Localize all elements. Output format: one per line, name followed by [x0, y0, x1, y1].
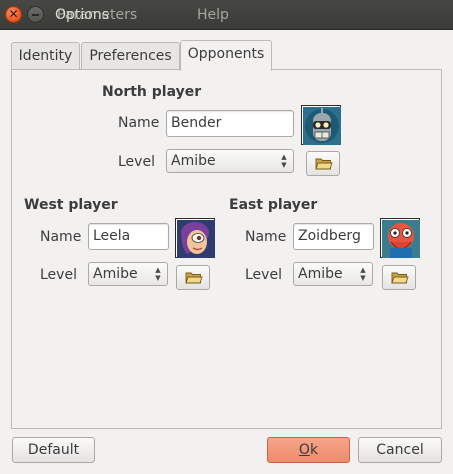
east-level-value: Amibe [298, 266, 343, 282]
tab-opponents[interactable]: Opponents [180, 40, 272, 71]
default-button[interactable]: Default [12, 437, 95, 463]
close-icon: ✕ [8, 7, 19, 21]
north-name-label: Name [118, 115, 160, 131]
spin-arrows-icon: ▲ ▼ [360, 266, 366, 282]
leela-avatar[interactable] [175, 218, 215, 258]
east-name-label: Name [245, 229, 287, 245]
north-level-label: Level [118, 154, 155, 170]
ok-button[interactable]: Ok [267, 437, 350, 463]
east-level-select[interactable]: Amibe ▲ ▼ [293, 262, 373, 286]
folder-open-icon [315, 158, 333, 170]
west-player-heading: West player [24, 197, 118, 213]
tab-identity[interactable]: Identity [11, 42, 80, 70]
spin-arrows-icon: ▲ ▼ [155, 266, 161, 282]
east-level-label: Level [245, 267, 282, 283]
menu-help[interactable]: Help [197, 0, 229, 30]
west-level-label: Level [40, 267, 77, 283]
bender-avatar[interactable] [301, 105, 341, 145]
window-title: Options [55, 7, 110, 23]
ok-mnemonic: O [298, 442, 310, 458]
tab-preferences[interactable]: Preferences [81, 42, 180, 70]
east-name-input[interactable]: Zoidberg [293, 223, 374, 250]
cancel-button[interactable]: Cancel [358, 437, 442, 463]
folder-open-icon [391, 272, 409, 284]
title-bar: ✕ Parameters Options Help [0, 0, 453, 30]
east-player-heading: East player [229, 197, 318, 213]
options-dialog: ✕ Parameters Options Help Identity Prefe… [0, 0, 453, 474]
zoidberg-avatar[interactable] [380, 218, 420, 258]
north-browse-button[interactable] [306, 151, 340, 176]
north-player-heading: North player [102, 84, 202, 100]
west-name-input[interactable]: Leela [88, 223, 169, 250]
folder-open-icon [185, 272, 203, 284]
spin-arrows-icon: ▲ ▼ [281, 153, 287, 169]
west-browse-button[interactable] [176, 265, 210, 290]
north-level-value: Amibe [171, 153, 216, 169]
ok-label-rest: k [309, 442, 319, 458]
west-level-value: Amibe [93, 266, 138, 282]
west-level-select[interactable]: Amibe ▲ ▼ [88, 262, 168, 286]
window-minimize-button[interactable] [27, 6, 44, 23]
west-name-label: Name [40, 229, 82, 245]
east-browse-button[interactable] [382, 265, 416, 290]
north-name-input[interactable]: Bender [166, 110, 294, 137]
window-close-button[interactable]: ✕ [5, 6, 22, 23]
north-level-select[interactable]: Amibe ▲ ▼ [166, 149, 294, 173]
opponents-panel: North player Name Bender Level Amibe ▲▼ [11, 69, 442, 429]
